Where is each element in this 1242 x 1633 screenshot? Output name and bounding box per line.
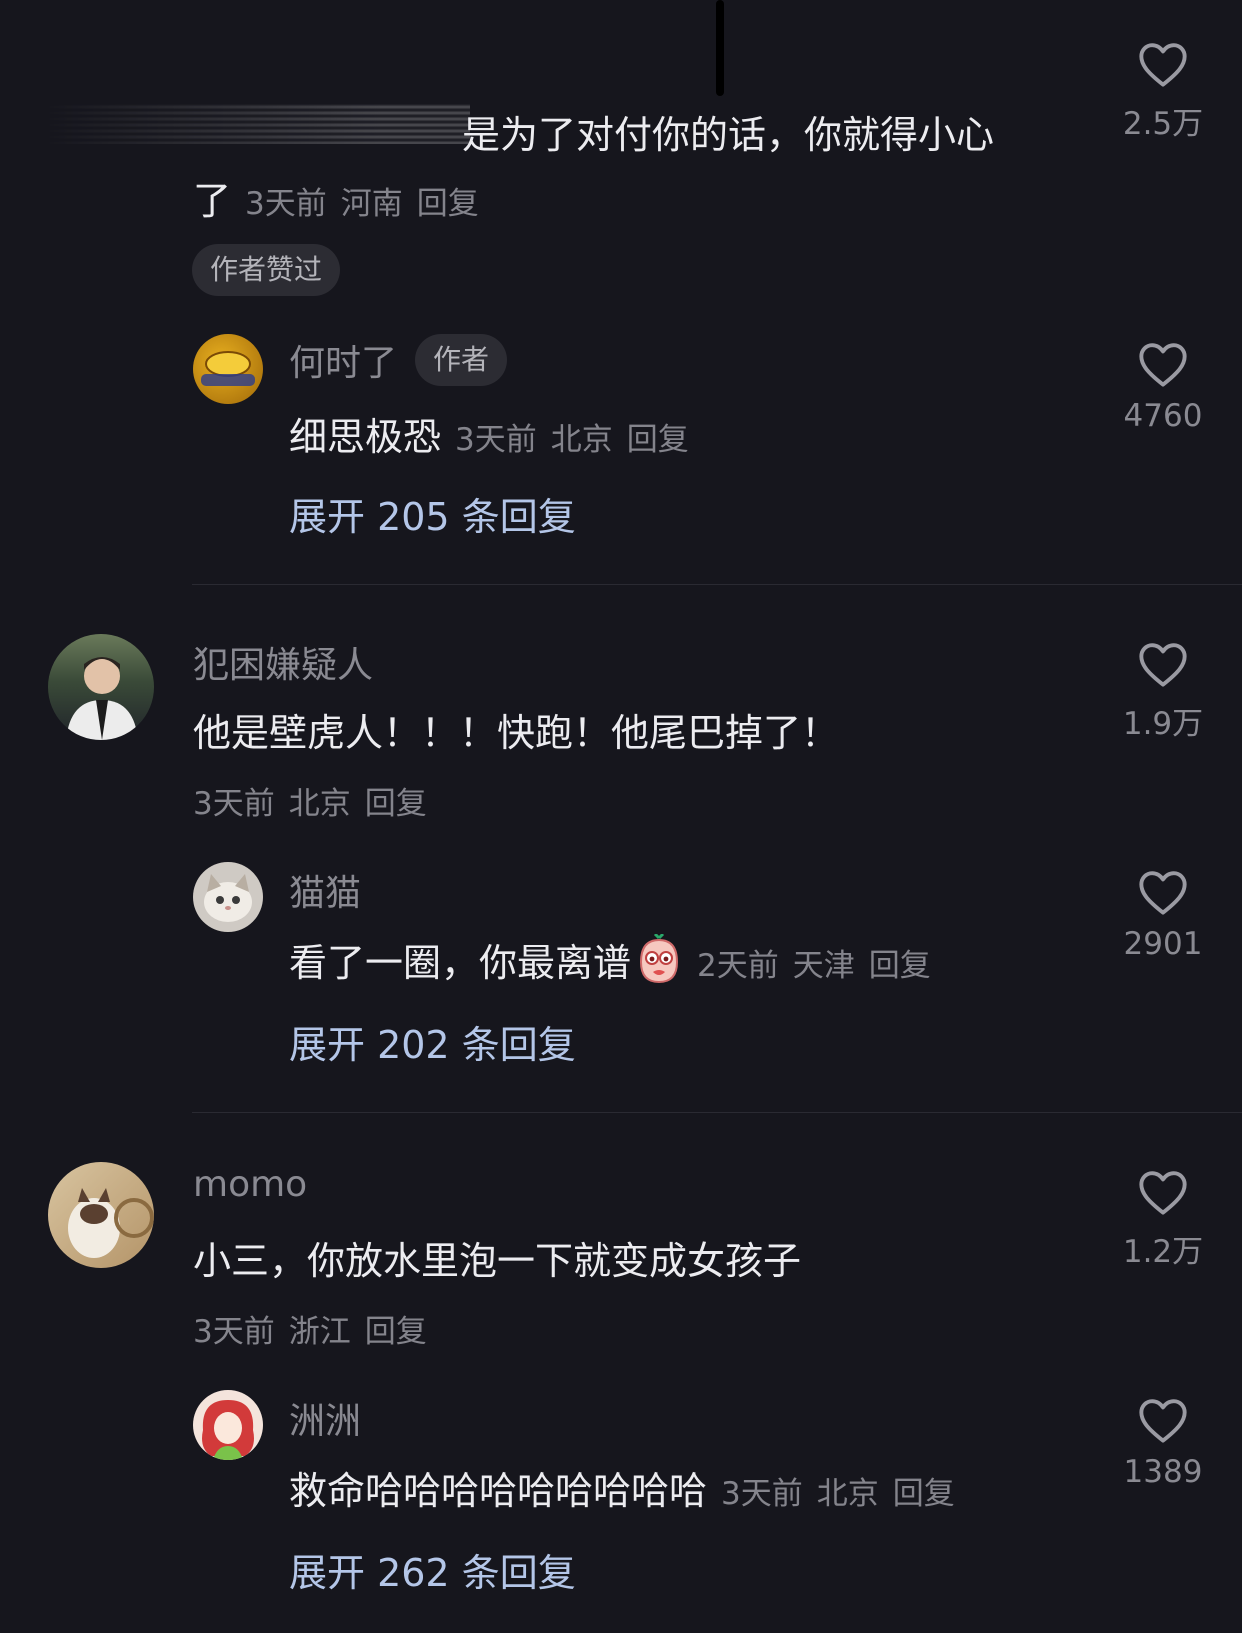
pokemon-logo-icon — [201, 351, 255, 386]
comment-1: 是为了对付你的话，你就得小心 了 3天前 河南 回复 作者赞过 2.5万 何时了 作者 … — [0, 0, 1242, 580]
reply-location: 天津 — [792, 948, 855, 984]
like-button[interactable]: 2.5万 — [1108, 40, 1218, 143]
heart-outline-icon — [1139, 643, 1187, 687]
avatar[interactable] — [193, 862, 263, 932]
comment-text: 他是壁虎人！！！快跑！他尾巴掉了！ — [193, 711, 840, 755]
reply-text: 细思极恐 — [289, 415, 442, 459]
reply-text-row: 看了一圈，你最离谱 2天前 天津 回复 — [289, 932, 945, 988]
heart-outline-icon — [1139, 43, 1187, 87]
username[interactable]: 猫猫 — [289, 864, 361, 916]
like-button[interactable]: 1.9万 — [1108, 640, 1218, 743]
expand-replies-link[interactable]: 展开 205 条回复 — [289, 486, 576, 541]
username[interactable]: momo — [193, 1164, 307, 1205]
expand-replies-link[interactable]: 展开 202 条回复 — [289, 1014, 576, 1069]
heart-outline-icon — [1139, 871, 1187, 915]
reply-text-row: 细思极恐 3天前 北京 回复 — [289, 406, 703, 461]
avatar[interactable] — [193, 334, 263, 404]
reply-time: 2天前 — [697, 948, 779, 984]
divider — [192, 584, 1242, 585]
reply-button[interactable]: 回复 — [869, 948, 931, 984]
comment-meta: 3天前 浙江 回复 — [193, 1306, 441, 1351]
avatar[interactable] — [48, 634, 154, 740]
comment-text-line2-row: 了 3天前 河南 回复 — [193, 170, 493, 225]
like-button[interactable]: 2901 — [1108, 868, 1218, 962]
reply-meta: 2天前 天津 回复 — [697, 948, 945, 984]
reply-location: 北京 — [816, 1476, 879, 1512]
person-avatar-icon — [66, 657, 138, 740]
username[interactable]: 洲洲 — [289, 1392, 361, 1444]
username[interactable]: 犯困嫌疑人 — [193, 636, 373, 688]
reply-button[interactable]: 回复 — [893, 1476, 955, 1512]
reply-text: 救命哈哈哈哈哈哈哈哈哈 — [289, 1469, 708, 1513]
reply-time: 3天前 — [455, 422, 537, 458]
heart-outline-icon — [1139, 1399, 1187, 1443]
comment-time: 3天前 — [193, 786, 275, 822]
like-count: 4760 — [1123, 398, 1203, 434]
like-count: 1389 — [1123, 1454, 1203, 1490]
like-count: 1.2万 — [1122, 1234, 1204, 1270]
reply-button[interactable]: 回复 — [365, 1314, 427, 1350]
like-button[interactable]: 1.2万 — [1108, 1168, 1218, 1271]
avatar[interactable] — [48, 1162, 154, 1268]
reply-time: 3天前 — [721, 1476, 803, 1512]
author-liked-badge: 作者赞过 — [192, 244, 341, 296]
like-button[interactable]: 4760 — [1108, 340, 1218, 434]
username[interactable]: 何时了 — [289, 343, 397, 384]
reply-meta: 3天前 北京 回复 — [455, 422, 703, 458]
blushing-face-emoji-icon — [635, 932, 683, 988]
like-count: 2.5万 — [1122, 106, 1204, 142]
comment-meta: 3天前 河南 回复 — [245, 186, 493, 222]
comment-time: 3天前 — [245, 186, 327, 222]
comment-time: 3天前 — [193, 1314, 275, 1350]
reply-text: 看了一圈，你最离谱 — [289, 941, 632, 985]
like-count: 1.9万 — [1122, 706, 1204, 742]
comment-location: 北京 — [288, 786, 351, 822]
reply-header: 何时了 作者 — [289, 334, 508, 386]
comment-meta: 3天前 北京 回复 — [193, 778, 441, 823]
cat-photo-avatar-icon — [68, 1188, 154, 1258]
reply-location: 北京 — [550, 422, 613, 458]
cat-avatar-icon — [204, 874, 252, 922]
reply-text-row: 救命哈哈哈哈哈哈哈哈哈 3天前 北京 回复 — [289, 1460, 969, 1515]
divider — [192, 1112, 1242, 1113]
comment-location: 浙江 — [288, 1314, 351, 1350]
comment-text: 小三，你放水里泡一下就变成女孩子 — [193, 1239, 802, 1283]
reply-meta: 3天前 北京 回复 — [721, 1476, 969, 1512]
author-tag: 作者 — [415, 334, 508, 386]
comment-text-line2: 了 — [193, 179, 232, 223]
heart-outline-icon — [1139, 343, 1187, 387]
like-count: 2901 — [1123, 926, 1203, 962]
reply-button[interactable]: 回复 — [627, 422, 689, 458]
comment-location: 河南 — [340, 186, 403, 222]
comment-text-line1: 是为了对付你的话，你就得小心 — [462, 113, 995, 157]
reply-button[interactable]: 回复 — [417, 186, 479, 222]
expand-replies-link[interactable]: 展开 262 条回复 — [289, 1542, 576, 1597]
girl-avatar-icon — [202, 1400, 254, 1460]
reply-button[interactable]: 回复 — [365, 786, 427, 822]
avatar[interactable] — [193, 1390, 263, 1460]
redacted-text — [40, 104, 470, 144]
heart-outline-icon — [1139, 1171, 1187, 1215]
like-button[interactable]: 1389 — [1108, 1396, 1218, 1490]
